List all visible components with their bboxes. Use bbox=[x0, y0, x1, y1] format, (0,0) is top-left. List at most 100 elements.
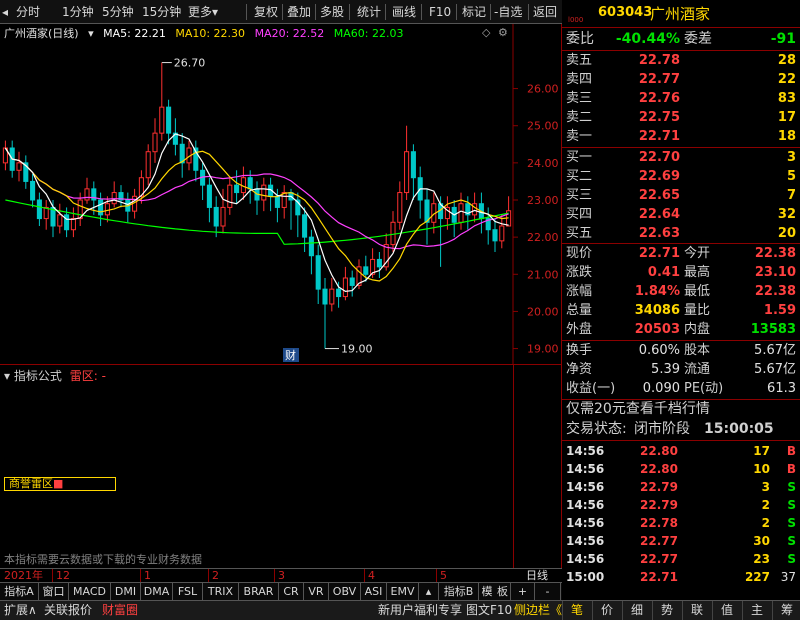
fin-row: 换手 0.60% 股本 5.67亿 bbox=[562, 341, 800, 360]
buy-row[interactable]: 买二 22.69 5 bbox=[562, 167, 800, 186]
tab-value[interactable]: 值 bbox=[712, 601, 741, 620]
sell-label: 卖三 bbox=[566, 91, 593, 106]
toolbar-btn-duogu[interactable]: 多股 bbox=[320, 0, 344, 24]
tab-trades[interactable]: 笔 bbox=[562, 601, 591, 620]
buy-row[interactable]: 买三 22.65 7 bbox=[562, 186, 800, 205]
candle-body bbox=[159, 106, 165, 134]
toolbar-btn-fenshi[interactable]: 分时 bbox=[16, 0, 40, 24]
tab-brar[interactable]: BRAR bbox=[239, 583, 279, 600]
remove-window-button[interactable]: - bbox=[535, 583, 561, 600]
toolbar-divider bbox=[315, 4, 316, 20]
tab-fsl[interactable]: FSL bbox=[173, 583, 203, 600]
indicator-tabs: 指标A 窗口 MACD DMI DMA FSL TRIX BRAR CR VR … bbox=[0, 582, 562, 600]
toolbar-divider bbox=[528, 4, 529, 20]
tab-link[interactable]: 联 bbox=[682, 601, 711, 620]
candle-body bbox=[152, 132, 158, 153]
sell-price: 22.78 bbox=[638, 53, 680, 68]
sell-row[interactable]: 卖五 22.78 28 bbox=[562, 51, 800, 70]
toolbar-btn-remove-watchlist[interactable]: -自选 bbox=[494, 0, 522, 24]
related-quote-button[interactable]: 关联报价 bbox=[44, 601, 92, 620]
tab-asi[interactable]: ASI bbox=[361, 583, 387, 600]
toolbar-btn-15min[interactable]: 15分钟 bbox=[142, 0, 181, 24]
tab-trend[interactable]: 势 bbox=[652, 601, 681, 620]
trade-status-time: 15:00:05 bbox=[704, 421, 774, 437]
toolbar-btn-fuquan[interactable]: 复权 bbox=[254, 0, 278, 24]
tick-row: 14:56 22.79 2 S bbox=[562, 496, 800, 514]
more-dropdown-icon[interactable]: ▾ bbox=[212, 0, 218, 24]
tab-trix[interactable]: TRIX bbox=[203, 583, 239, 600]
fin-value: 5.67亿 bbox=[754, 362, 796, 377]
toolbar-btn-back[interactable]: 返回 bbox=[533, 0, 557, 24]
kline-chart-panel[interactable]: 广州酒家(日线) ▾ MA5: 22.21 MA10: 22.30 MA20: … bbox=[0, 24, 562, 364]
buy-volume: 3 bbox=[786, 150, 796, 165]
candle-body bbox=[220, 206, 226, 227]
toolbar-btn-more[interactable]: 更多 bbox=[188, 0, 212, 24]
price-axis-label: 25.00 bbox=[527, 120, 559, 133]
tab-indicator-a[interactable]: 指标A bbox=[0, 583, 39, 600]
tick-direction: S bbox=[787, 498, 796, 512]
price-axis-label: 26.00 bbox=[527, 83, 559, 96]
divider bbox=[562, 440, 800, 441]
period-label[interactable]: 日线 bbox=[526, 569, 548, 582]
quote-header: l000 603043 广州酒家 bbox=[562, 0, 800, 28]
buy-price: 22.69 bbox=[638, 169, 680, 184]
indicator-panel[interactable]: ▾ 指标公式 雷区: - 商誉雷区■ 本指标需要云数据或下载的专业财务数据 bbox=[0, 364, 562, 569]
indicator-collapse-icon[interactable]: ▾ bbox=[4, 369, 10, 383]
sell-row[interactable]: 卖四 22.77 22 bbox=[562, 70, 800, 89]
sell-row[interactable]: 卖一 22.71 18 bbox=[562, 127, 800, 146]
expand-button[interactable]: 扩展∧ bbox=[4, 601, 37, 620]
tab-more-icon[interactable]: ▴ bbox=[419, 583, 439, 600]
toolbar-btn-1min[interactable]: 1分钟 bbox=[62, 0, 94, 24]
tab-indicator-b[interactable]: 指标B bbox=[439, 583, 479, 600]
indicator-axis-divider bbox=[513, 365, 514, 569]
tab-obv[interactable]: OBV bbox=[329, 583, 361, 600]
goodwill-risk-box[interactable]: 商誉雷区■ bbox=[4, 477, 116, 491]
tab-template-ban[interactable]: 板 bbox=[495, 583, 511, 600]
indicator-formula-label[interactable]: 指标公式 bbox=[14, 369, 62, 383]
tab-window[interactable]: 窗口 bbox=[39, 583, 69, 600]
buy-volume: 5 bbox=[786, 169, 796, 184]
wealth-circle-button[interactable]: 财富圈 bbox=[102, 601, 138, 620]
candle-body bbox=[274, 195, 280, 208]
tab-chips[interactable]: 筹 bbox=[772, 601, 800, 620]
sell-row[interactable]: 卖二 22.75 17 bbox=[562, 108, 800, 127]
sell-row[interactable]: 卖三 22.76 83 bbox=[562, 89, 800, 108]
tab-vr[interactable]: VR bbox=[304, 583, 329, 600]
stock-code: 603043 bbox=[598, 5, 653, 20]
buy-row[interactable]: 买五 22.63 20 bbox=[562, 224, 800, 243]
tab-price[interactable]: 价 bbox=[592, 601, 621, 620]
candle-body bbox=[104, 203, 110, 216]
tab-dma[interactable]: DMA bbox=[141, 583, 173, 600]
toolbar-divider bbox=[282, 4, 283, 20]
toolbar-btn-f10[interactable]: F10 bbox=[429, 0, 451, 24]
indicator-note: 本指标需要云数据或下载的专业财务数据 bbox=[4, 553, 202, 566]
toolbar-btn-diejia[interactable]: 叠加 bbox=[287, 0, 311, 24]
add-window-button[interactable]: + bbox=[511, 583, 535, 600]
sidebar-toggle-icon[interactable]: ◂ bbox=[2, 0, 8, 24]
tab-cr[interactable]: CR bbox=[279, 583, 304, 600]
toolbar-btn-5min[interactable]: 5分钟 bbox=[102, 0, 134, 24]
date-label: 3 bbox=[278, 569, 285, 582]
tab-template-mo[interactable]: 模 bbox=[479, 583, 495, 600]
stock-name[interactable]: 广州酒家 bbox=[650, 3, 710, 24]
toolbar-btn-tongji[interactable]: 统计 bbox=[357, 0, 381, 24]
candle-body bbox=[30, 180, 36, 201]
toolbar-btn-huaxian[interactable]: 画线 bbox=[392, 0, 416, 24]
buy-row[interactable]: 买四 22.64 32 bbox=[562, 205, 800, 224]
tab-emv[interactable]: EMV bbox=[387, 583, 419, 600]
tab-macd[interactable]: MACD bbox=[69, 583, 111, 600]
tab-detail[interactable]: 细 bbox=[622, 601, 651, 620]
promo-row[interactable]: 仅需20元查看千档行情 bbox=[562, 400, 800, 419]
tick-price: 22.79 bbox=[640, 498, 678, 512]
tab-main[interactable]: 主 bbox=[742, 601, 771, 620]
stat-label: 总量 bbox=[566, 303, 593, 318]
graphic-f10-button[interactable]: 图文F10 bbox=[466, 601, 512, 620]
tab-dmi[interactable]: DMI bbox=[111, 583, 141, 600]
sidebar-toggle-button[interactable]: 侧边栏《 bbox=[514, 601, 562, 620]
buy-row[interactable]: 买一 22.70 3 bbox=[562, 148, 800, 167]
stat-label: 涨幅 bbox=[566, 284, 593, 299]
promo-link[interactable]: 仅需20元查看千档行情 bbox=[566, 400, 710, 419]
toolbar-btn-biaoji[interactable]: 标记 bbox=[462, 0, 486, 24]
new-user-benefit-link[interactable]: 新用户福利专享 bbox=[378, 601, 462, 620]
tick-row: 14:56 22.77 23 S bbox=[562, 550, 800, 568]
